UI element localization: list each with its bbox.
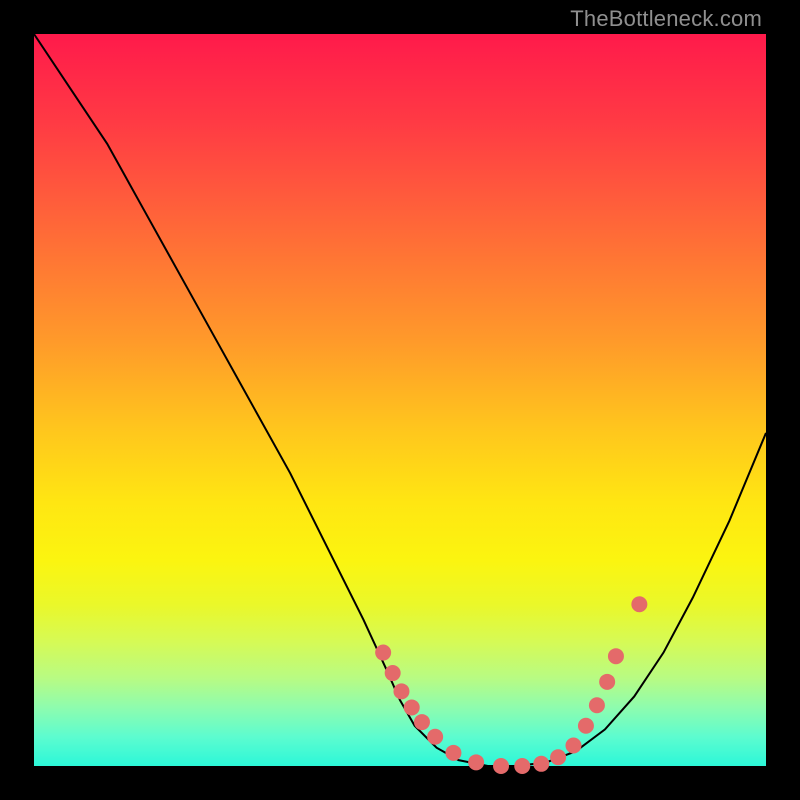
chart-marker <box>608 648 624 664</box>
chart-marker <box>404 699 420 715</box>
chart-marker <box>375 645 391 661</box>
chart-marker <box>385 665 401 681</box>
chart-markers <box>375 596 647 774</box>
chart-marker <box>589 697 605 713</box>
chart-curve <box>34 34 766 766</box>
chart-marker <box>631 596 647 612</box>
chart-marker <box>427 729 443 745</box>
chart-marker <box>514 758 530 774</box>
chart-marker <box>493 758 509 774</box>
watermark-text: TheBottleneck.com <box>570 6 762 32</box>
chart-marker <box>599 674 615 690</box>
chart-marker <box>468 754 484 770</box>
chart-marker <box>565 738 581 754</box>
chart-marker <box>550 749 566 765</box>
chart-marker <box>533 756 549 772</box>
chart-marker <box>578 718 594 734</box>
chart-marker <box>414 714 430 730</box>
chart-marker <box>445 745 461 761</box>
chart-marker <box>393 683 409 699</box>
chart-frame <box>34 34 766 766</box>
chart-svg <box>34 34 766 766</box>
